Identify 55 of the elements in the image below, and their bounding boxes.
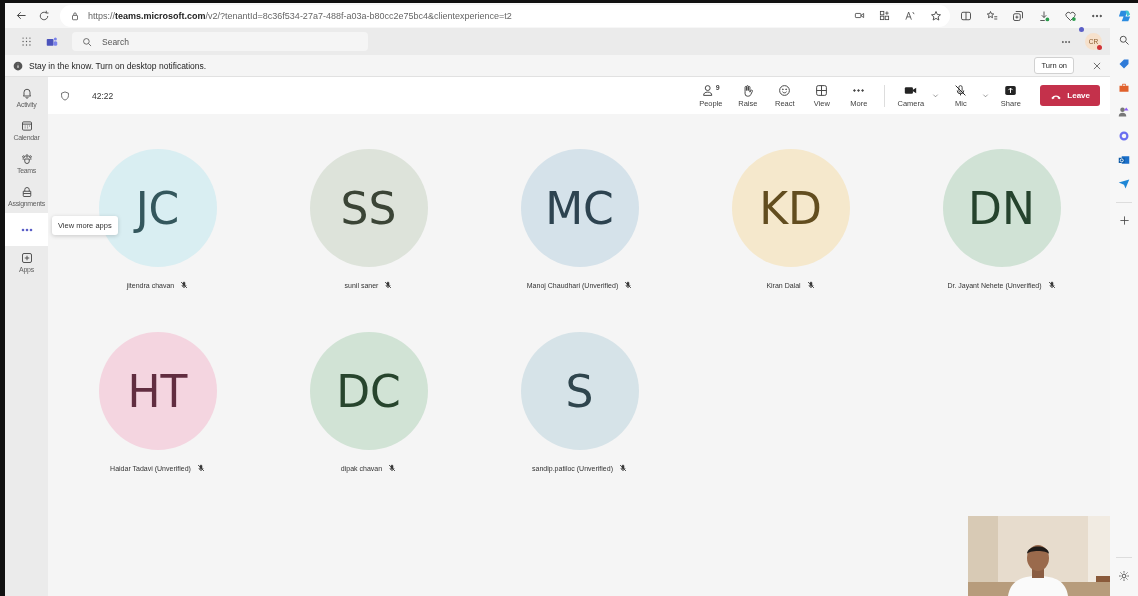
search-icon bbox=[82, 36, 92, 47]
participant-avatar: MC bbox=[520, 149, 639, 267]
search-icon[interactable] bbox=[1118, 34, 1130, 46]
more-apps-icon bbox=[20, 226, 33, 233]
participant-avatar: SS bbox=[309, 149, 428, 267]
people-icon bbox=[701, 83, 715, 97]
reload-icon[interactable] bbox=[38, 9, 50, 22]
grid-icon bbox=[815, 83, 829, 97]
send-icon[interactable] bbox=[1118, 178, 1130, 190]
participant-avatar: DC bbox=[309, 332, 428, 450]
share-icon bbox=[1004, 83, 1018, 97]
split-screen-icon[interactable] bbox=[960, 9, 972, 22]
teams-logo-icon[interactable] bbox=[46, 35, 58, 48]
ring-icon[interactable] bbox=[1118, 130, 1130, 142]
grid-plus-icon[interactable] bbox=[879, 10, 890, 21]
notification-text: Stay in the know. Turn on desktop notifications. bbox=[29, 60, 207, 71]
mail-icon[interactable] bbox=[1118, 154, 1130, 166]
lock-icon bbox=[70, 10, 80, 21]
info-icon bbox=[13, 60, 23, 71]
teams-icon bbox=[20, 153, 33, 165]
copilot-icon[interactable] bbox=[1117, 8, 1132, 23]
person-icon[interactable] bbox=[1118, 106, 1130, 118]
favorites-icon[interactable] bbox=[986, 9, 998, 22]
search-placeholder: Search bbox=[102, 36, 129, 47]
heart-icon[interactable] bbox=[1064, 9, 1077, 22]
participant-avatar: DN bbox=[942, 149, 1061, 267]
shield-icon bbox=[60, 90, 70, 101]
mic-off-icon bbox=[954, 83, 968, 97]
assignments-icon bbox=[20, 186, 33, 198]
star-icon[interactable] bbox=[930, 9, 942, 22]
participant-avatar: S bbox=[520, 332, 639, 450]
download-icon[interactable] bbox=[1038, 9, 1050, 22]
video-icon[interactable] bbox=[854, 10, 865, 21]
toolbox-icon[interactable] bbox=[1118, 82, 1130, 94]
calendar-icon bbox=[20, 120, 33, 132]
activity-icon bbox=[20, 87, 33, 99]
meeting-timer: 42:22 bbox=[92, 90, 114, 101]
add-icon[interactable] bbox=[1118, 215, 1130, 226]
read-aloud-icon[interactable] bbox=[904, 10, 916, 21]
tag-icon[interactable] bbox=[1118, 58, 1130, 70]
collections-icon[interactable] bbox=[1012, 9, 1024, 22]
app-launcher-icon[interactable] bbox=[21, 36, 32, 47]
address-bar[interactable]: https://teams.microsoft.com/v2/?tenantId=8c36f534-27a7-488f-a03a-b80cc2e75bc4&clientexperience=t2 bbox=[60, 4, 950, 27]
hand-icon bbox=[741, 83, 755, 97]
close-icon[interactable] bbox=[1092, 60, 1102, 71]
participant-avatar: HT bbox=[98, 332, 217, 450]
search-field[interactable]: Search bbox=[72, 32, 368, 51]
smiley-icon bbox=[778, 83, 792, 97]
settings-icon[interactable] bbox=[1118, 570, 1130, 582]
participant-avatar: KD bbox=[731, 149, 850, 267]
notification-dot bbox=[1079, 27, 1084, 32]
url-text: https://teams.microsoft.com/v2/?tenantId=8c36f534-27a7-488f-a03a-b80cc2e75bc4&clientexperience=t2 bbox=[88, 10, 512, 21]
apps-icon bbox=[20, 252, 33, 264]
leave-button[interactable]: Leave bbox=[1040, 85, 1100, 106]
back-icon[interactable] bbox=[15, 9, 28, 22]
